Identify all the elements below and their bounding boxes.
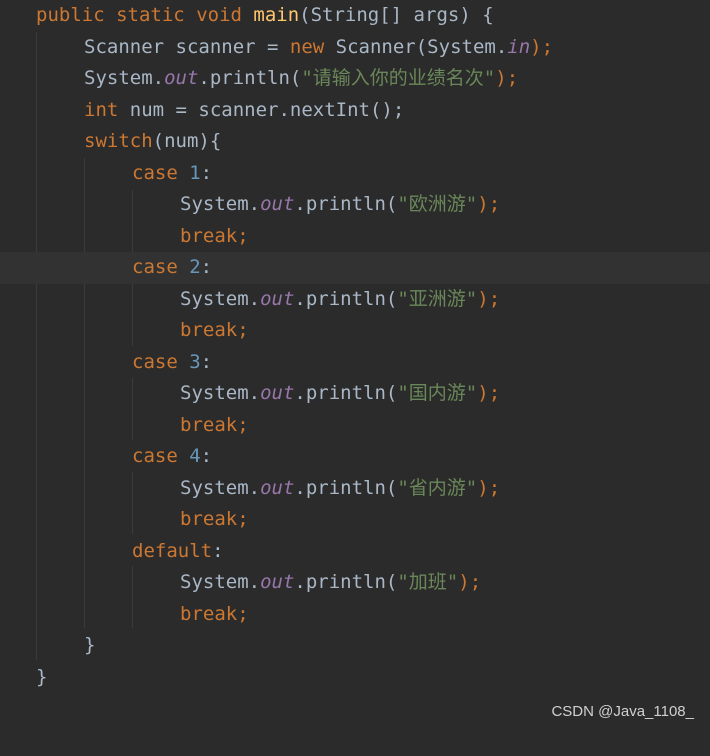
code-text: .println( [294, 382, 398, 404]
string-literal: "国内游" [397, 382, 478, 404]
code-line[interactable]: break; [0, 599, 710, 631]
closing-brace: } [84, 634, 96, 656]
keyword: break; [180, 508, 249, 530]
static-field: out [260, 193, 295, 215]
code-text: .println( [294, 287, 398, 310]
code-line[interactable]: break; [0, 410, 710, 442]
watermark: CSDN @Java_1108_ [551, 703, 694, 720]
code-line[interactable]: System.out.println("加班"); [0, 567, 710, 599]
code-line[interactable]: case 1: [0, 158, 710, 190]
code-text: : [200, 350, 213, 373]
number-literal: 2 [189, 256, 201, 278]
code-text: : [212, 539, 224, 562]
keyword: break; [180, 602, 249, 625]
keyword: case [132, 350, 178, 373]
code-text: : [200, 256, 213, 278]
string-literal: "请输入你的业绩名次" [301, 67, 496, 89]
code-text: .println( [294, 571, 398, 593]
string-literal: "亚洲游" [397, 287, 478, 310]
number-literal: 4 [189, 445, 201, 467]
code-line[interactable]: public static void main(String[] args) { [0, 0, 710, 32]
code-editor[interactable]: public static void main(String[] args) {… [0, 0, 710, 728]
code-text: Scanner(System. [324, 35, 508, 58]
code-text: ); [458, 571, 482, 593]
code-line[interactable]: break; [0, 315, 710, 347]
static-field: out [164, 67, 199, 89]
code-line[interactable]: System.out.println("欧洲游"); [0, 189, 710, 221]
number-literal: 3 [189, 350, 201, 373]
keyword: default [132, 539, 213, 562]
code-line[interactable]: break; [0, 504, 710, 536]
keyword: new [289, 35, 325, 58]
string-literal: "省内游" [397, 476, 478, 499]
code-line[interactable]: break; [0, 221, 710, 253]
code-line-current[interactable]: case 2: [0, 252, 710, 284]
code-line[interactable]: int num = scanner.nextInt(); [0, 95, 710, 127]
code-line[interactable]: System.out.println("亚洲游"); [0, 284, 710, 316]
code-text: System. [180, 476, 261, 499]
static-field: in [507, 35, 531, 58]
code-text: System. [180, 287, 261, 310]
code-text: System. [84, 67, 165, 89]
code-text: ); [477, 476, 501, 499]
keyword: public [36, 4, 105, 26]
closing-brace: } [36, 665, 48, 688]
code-line[interactable]: case 4: [0, 441, 710, 473]
code-text: ); [477, 193, 501, 215]
code-text: (String[] args) { [299, 4, 494, 26]
static-field: out [260, 382, 295, 404]
keyword: switch [84, 130, 153, 152]
code-text: System. [180, 571, 261, 593]
string-literal: "欧洲游" [397, 193, 478, 215]
static-field: out [260, 571, 295, 593]
code-text: .println( [294, 476, 398, 499]
code-line[interactable]: System.out.println("请输入你的业绩名次"); [0, 63, 710, 95]
static-field: out [260, 476, 295, 499]
string-literal: "加班" [397, 571, 459, 593]
code-line[interactable]: switch(num){ [0, 126, 710, 158]
code-line[interactable]: case 3: [0, 347, 710, 379]
code-line[interactable]: } [0, 630, 710, 662]
keyword: case [132, 256, 178, 278]
keyword: void [196, 4, 242, 26]
code-text: Scanner scanner = [84, 35, 290, 58]
code-text: : [200, 161, 213, 184]
code-text: ); [477, 382, 501, 404]
code-text: ); [477, 287, 501, 310]
keyword: case [132, 445, 178, 467]
keyword: break; [180, 224, 249, 247]
keyword: break; [180, 413, 249, 436]
code-text: num = scanner.nextInt(); [118, 98, 405, 121]
keyword: break; [180, 319, 249, 341]
code-line[interactable]: default: [0, 536, 710, 568]
keyword: int [84, 98, 119, 121]
code-text: .println( [294, 193, 398, 215]
code-line[interactable]: } [0, 662, 710, 694]
method-name: main [253, 4, 300, 26]
code-line[interactable]: Scanner scanner = new Scanner(System.in)… [0, 32, 710, 64]
code-text: .println( [198, 67, 302, 89]
code-text: ); [530, 35, 554, 58]
number-literal: 1 [189, 161, 201, 184]
code-line[interactable]: System.out.println("国内游"); [0, 378, 710, 410]
code-text: System. [180, 193, 261, 215]
static-field: out [260, 287, 295, 310]
keyword: case [132, 161, 178, 184]
code-text: : [200, 445, 213, 467]
code-text: ); [495, 67, 519, 89]
code-text: (num){ [152, 130, 222, 152]
code-line[interactable]: System.out.println("省内游"); [0, 473, 710, 505]
keyword: static [116, 4, 185, 26]
code-text: System. [180, 382, 261, 404]
